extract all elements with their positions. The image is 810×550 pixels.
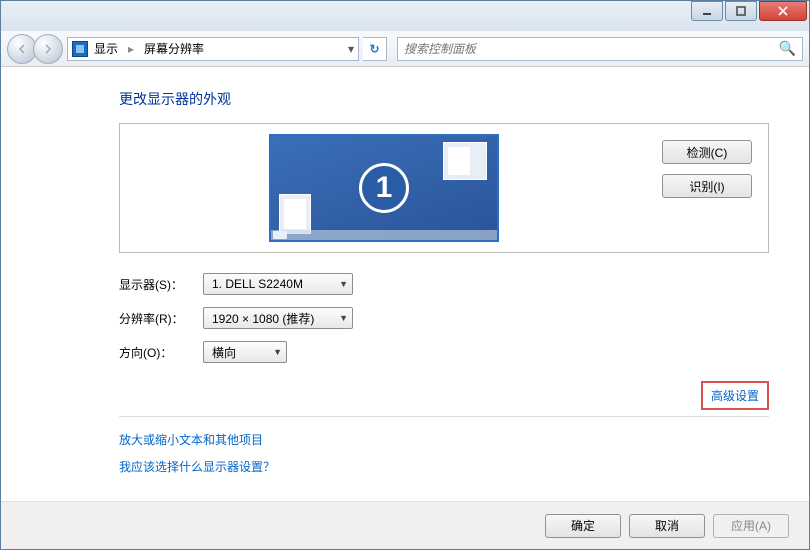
breadcrumb-current[interactable]: 屏幕分辨率	[144, 40, 204, 57]
search-bar[interactable]: 🔍	[397, 37, 803, 61]
monitor-preview[interactable]: 1	[128, 132, 640, 244]
resolution-dropdown[interactable]: 1920 × 1080 (推荐) ▼	[203, 307, 353, 329]
back-arrow-icon	[16, 43, 28, 55]
resolution-value: 1920 × 1080 (推荐)	[212, 310, 314, 327]
refresh-icon: ↻	[369, 42, 379, 56]
identify-button[interactable]: 识别(I)	[662, 174, 752, 198]
monitor-buttons: 检测(C) 识别(I)	[640, 132, 760, 244]
close-button[interactable]	[759, 1, 807, 21]
chevron-down-icon: ▼	[339, 313, 348, 323]
mini-taskbar-icon	[271, 230, 497, 240]
window-controls	[691, 1, 807, 21]
display-settings-form: 显示器(S)： 1. DELL S2240M ▼ 分辨率(R)： 1920 × …	[119, 273, 769, 363]
advanced-settings-link[interactable]: 高级设置	[701, 381, 769, 410]
navbar: 显示 ▸ 屏幕分辨率 ▾ ↻ 🔍	[1, 31, 809, 67]
chevron-down-icon: ▼	[273, 347, 282, 357]
refresh-button[interactable]: ↻	[363, 37, 387, 61]
nav-back-forward	[7, 34, 63, 64]
apply-button[interactable]: 应用(A)	[713, 514, 789, 538]
detect-button[interactable]: 检测(C)	[662, 140, 752, 164]
orientation-label: 方向(O)：	[119, 344, 193, 361]
advanced-row: 高级设置	[119, 381, 769, 417]
mini-window-icon	[443, 142, 487, 180]
resolution-row: 分辨率(R)： 1920 × 1080 (推荐) ▼	[119, 307, 769, 329]
display-row: 显示器(S)： 1. DELL S2240M ▼	[119, 273, 769, 295]
monitor-number: 1	[359, 163, 409, 213]
orientation-row: 方向(O)： 横向 ▼	[119, 341, 769, 363]
forward-arrow-icon	[42, 43, 54, 55]
orientation-value: 横向	[212, 344, 236, 361]
search-input[interactable]	[404, 42, 779, 56]
help-links: 放大或缩小文本和其他项目 我应该选择什么显示器设置？	[119, 431, 769, 475]
monitor-desktop-icon: 1	[269, 134, 499, 242]
mini-window-icon	[279, 194, 311, 234]
search-icon[interactable]: 🔍	[779, 40, 796, 57]
address-bar[interactable]: 显示 ▸ 屏幕分辨率 ▾	[67, 37, 359, 61]
cancel-button[interactable]: 取消	[629, 514, 705, 538]
display-label: 显示器(S)：	[119, 276, 193, 293]
minimize-button[interactable]	[691, 1, 723, 21]
breadcrumb-separator-icon: ▸	[128, 42, 134, 56]
maximize-button[interactable]	[725, 1, 757, 21]
display-value: 1. DELL S2240M	[212, 277, 303, 291]
breadcrumb-root[interactable]: 显示	[94, 40, 118, 57]
monitor-help-link[interactable]: 我应该选择什么显示器设置？	[119, 458, 769, 475]
display-dropdown[interactable]: 1. DELL S2240M ▼	[203, 273, 353, 295]
content-area: 更改显示器的外观 1 检测(C) 识别(I) 显示器(S)： 1. DELL S…	[1, 67, 809, 501]
control-panel-icon	[72, 41, 88, 57]
resolution-label: 分辨率(R)：	[119, 310, 193, 327]
forward-button[interactable]	[33, 34, 63, 64]
chevron-down-icon: ▼	[339, 279, 348, 289]
orientation-dropdown[interactable]: 横向 ▼	[203, 341, 287, 363]
bottom-button-bar: 确定 取消 应用(A)	[1, 501, 809, 549]
ok-button[interactable]: 确定	[545, 514, 621, 538]
window: 显示 ▸ 屏幕分辨率 ▾ ↻ 🔍 更改显示器的外观 1 检测	[0, 0, 810, 550]
text-size-link[interactable]: 放大或缩小文本和其他项目	[119, 431, 769, 448]
address-dropdown-icon[interactable]: ▾	[348, 42, 354, 56]
monitor-preview-area: 1 检测(C) 识别(I)	[119, 123, 769, 253]
titlebar	[1, 1, 809, 31]
page-title: 更改显示器的外观	[119, 89, 769, 109]
